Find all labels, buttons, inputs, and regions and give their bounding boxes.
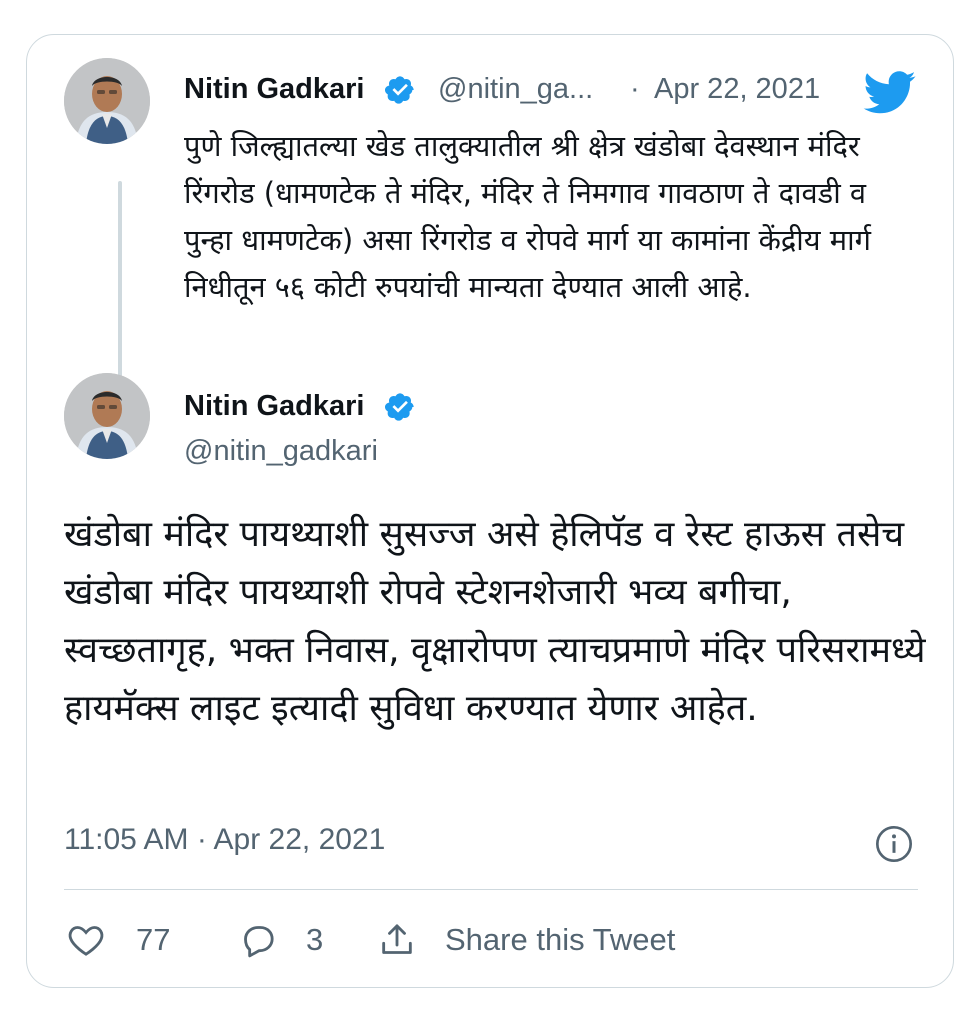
tweet-timestamp[interactable]: 11:05 AM · Apr 22, 2021 (64, 823, 385, 857)
thread-line (118, 181, 122, 395)
share-label: Share this Tweet (445, 922, 676, 957)
share-icon (382, 924, 412, 954)
like-count: 77 (136, 922, 171, 957)
reply-bubble-icon (244, 926, 274, 958)
divider (64, 889, 918, 890)
author-handle[interactable]: @nitin_ga... (438, 73, 593, 106)
author-name[interactable]: Nitin Gadkari (184, 390, 365, 423)
main-tweet-text: खंडोबा मंदिर पायथ्याशी सुसज्ज असे हेलिपॅ… (64, 514, 926, 729)
verified-badge-icon (385, 393, 414, 421)
like-button[interactable]: 77 (66, 917, 170, 963)
separator-dot: · (630, 73, 640, 105)
avatar-photo (64, 373, 150, 459)
reply-count: 3 (306, 922, 324, 957)
tweet-date[interactable]: Apr 22, 2021 (654, 73, 820, 106)
author-handle[interactable]: @nitin_gadkari (184, 435, 378, 468)
avatar-photo (64, 58, 150, 144)
author-name[interactable]: Nitin Gadkari (184, 73, 365, 106)
info-icon[interactable] (874, 824, 914, 864)
verified-badge-icon (385, 76, 414, 104)
share-button[interactable]: Share this Tweet (377, 917, 675, 963)
twitter-bird-icon[interactable] (863, 71, 917, 115)
tweet-card: Nitin Gadkari @nitin_ga... · Apr 22, 202… (26, 34, 954, 988)
avatar[interactable] (64, 58, 150, 144)
reply-tweet-text: पुणे जिल्ह्यातल्या खेड तालुक्यातील श्री … (184, 129, 871, 304)
reply-button[interactable]: 3 (238, 917, 323, 963)
avatar[interactable] (64, 373, 150, 459)
heart-icon (68, 926, 104, 956)
